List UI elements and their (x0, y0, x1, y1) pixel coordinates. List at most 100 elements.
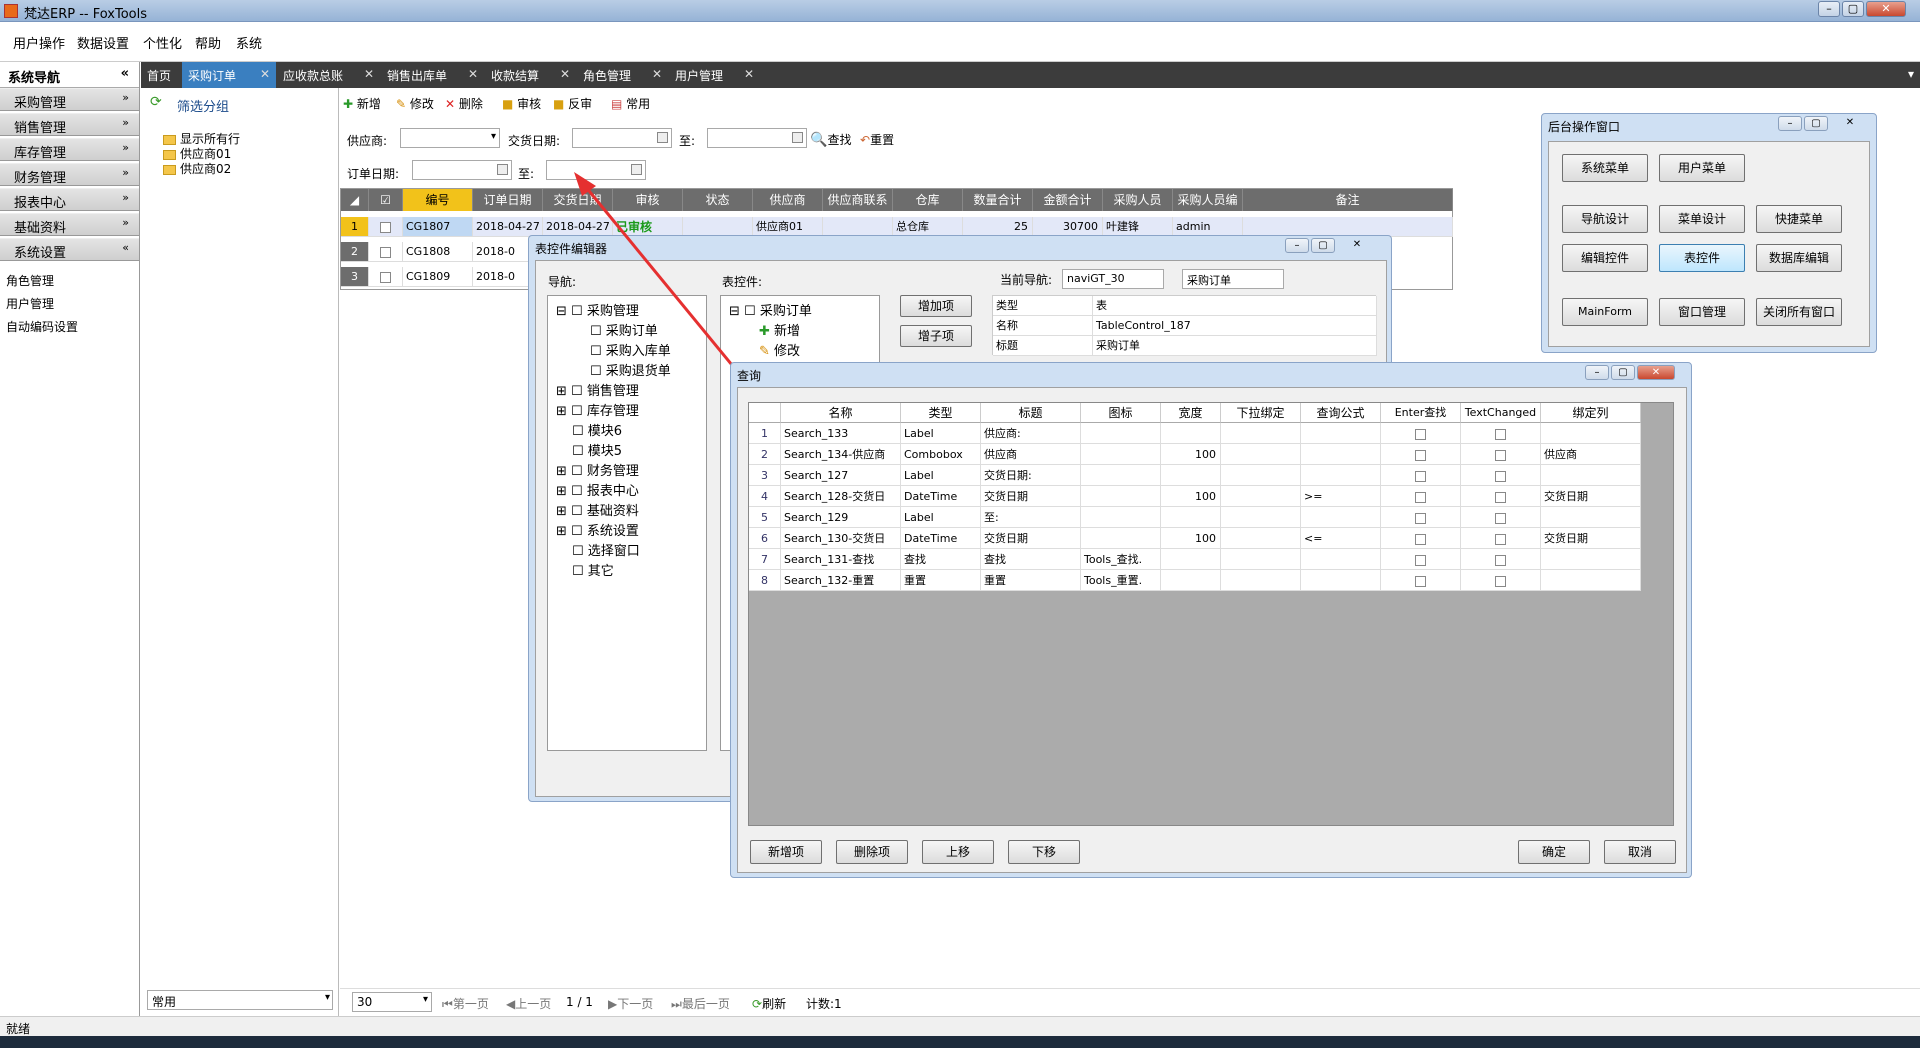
query-cell-dropdown[interactable] (1221, 570, 1301, 591)
query-col-caption[interactable]: 标题 (981, 403, 1081, 423)
query-cell-caption[interactable]: 交货日期 (981, 486, 1081, 507)
query-cell-dropdown[interactable] (1221, 423, 1301, 444)
col-amount-total[interactable]: 金额合计 (1033, 189, 1103, 211)
query-cell-icon[interactable] (1081, 444, 1161, 465)
audit-button[interactable]: ■ 审核 (502, 95, 541, 112)
first-page-button[interactable]: ⏮第一页 (442, 995, 489, 1012)
col-qty-total[interactable]: 数量合计 (963, 189, 1033, 211)
query-cell-name[interactable]: Search_130-交货日 (781, 528, 901, 549)
textchanged-checkbox[interactable] (1461, 507, 1541, 528)
new-button[interactable]: ✚ 新增 (343, 95, 381, 112)
close-icon[interactable]: ✕ (652, 67, 662, 81)
query-cell-type[interactable]: 查找 (901, 549, 981, 570)
tab-sales-outbound[interactable]: 销售出库单 ✕ (381, 62, 484, 88)
checkbox[interactable] (1495, 491, 1506, 503)
cell-buyer[interactable]: 叶建锋 (1103, 217, 1173, 237)
query-cell-icon[interactable]: Tools_重置. (1081, 570, 1161, 591)
enter-search-checkbox[interactable] (1381, 549, 1461, 570)
query-cell-type[interactable]: Combobox (901, 444, 981, 465)
checkbox[interactable] (1495, 533, 1506, 545)
query-cell-bind-column[interactable] (1541, 507, 1641, 528)
tab-user-mgmt[interactable]: 用户管理 ✕ (669, 62, 760, 88)
add-subitem-button[interactable]: 增子项 (900, 325, 972, 347)
query-cell-width[interactable] (1161, 465, 1221, 486)
delete-item-button[interactable]: 删除项 (836, 840, 908, 864)
query-cell-name[interactable]: Search_131-查找 (781, 549, 901, 570)
cell-code[interactable]: CG1808 (403, 242, 473, 262)
last-page-button[interactable]: ⏭最后一页 (671, 995, 730, 1012)
maximize-button[interactable]: ▢ (1842, 1, 1864, 17)
database-edit-button[interactable]: 数据库编辑 (1756, 244, 1842, 272)
nav-group-purchase[interactable]: 采购管理 » (0, 88, 139, 111)
checkbox[interactable] (1495, 554, 1506, 566)
checkbox[interactable] (1495, 449, 1506, 461)
query-cell-icon[interactable]: Tools_查找. (1081, 549, 1161, 570)
next-page-button[interactable]: ▶下一页 (608, 995, 653, 1012)
cell-code[interactable]: CG1809 (403, 267, 473, 287)
col-buyer[interactable]: 采购人员 (1103, 189, 1173, 211)
move-down-button[interactable]: 下移 (1008, 840, 1080, 864)
query-cell-width[interactable]: 100 (1161, 486, 1221, 507)
nav-tree-node[interactable]: ⊞ ☐ 系统设置 (556, 520, 639, 539)
query-cell-icon[interactable] (1081, 507, 1161, 528)
cancel-button[interactable]: 取消 (1604, 840, 1676, 864)
query-cell-name[interactable]: Search_128-交货日 (781, 486, 901, 507)
menu-help[interactable]: 帮助 (195, 33, 221, 52)
query-cell-name[interactable]: Search_129 (781, 507, 901, 528)
textchanged-checkbox[interactable] (1461, 423, 1541, 444)
checkbox[interactable] (1495, 512, 1506, 524)
query-cell-formula[interactable] (1301, 423, 1381, 444)
query-cell-dropdown[interactable] (1221, 549, 1301, 570)
prop-value[interactable]: 表 (1093, 296, 1377, 316)
supplier-combobox[interactable]: ▾ (400, 128, 500, 148)
menu-data-settings[interactable]: 数据设置 (77, 33, 129, 52)
query-col-bind-column[interactable]: 绑定列 (1541, 403, 1641, 423)
col-order-date[interactable]: 订单日期 (473, 189, 543, 211)
row-checkbox[interactable] (369, 267, 403, 287)
calendar-icon[interactable] (497, 164, 508, 175)
close-button[interactable]: ✕ (1830, 116, 1870, 131)
move-up-button[interactable]: 上移 (922, 840, 994, 864)
query-cell-formula[interactable] (1301, 549, 1381, 570)
query-cell-bind-column[interactable]: 供应商 (1541, 444, 1641, 465)
query-cell-formula[interactable] (1301, 444, 1381, 465)
close-button[interactable]: ✕ (1866, 1, 1906, 17)
close-icon[interactable]: ✕ (560, 67, 570, 81)
query-cell-bind-column[interactable] (1541, 465, 1641, 486)
query-cell-width[interactable] (1161, 570, 1221, 591)
nav-group-basic-data[interactable]: 基础资料 » (0, 213, 139, 236)
close-icon[interactable]: ✕ (260, 67, 270, 81)
query-cell-type[interactable]: DateTime (901, 528, 981, 549)
query-cell-caption[interactable]: 交货日期: (981, 465, 1081, 486)
nav-group-finance[interactable]: 财务管理 » (0, 163, 139, 186)
query-cell-name[interactable]: Search_127 (781, 465, 901, 486)
table-control-button[interactable]: 表控件 (1659, 244, 1745, 272)
edit-button[interactable]: ✎ 修改 (396, 95, 434, 112)
query-col-width[interactable]: 宽度 (1161, 403, 1221, 423)
common-button[interactable]: ▤ 常用 (611, 95, 650, 112)
checkbox[interactable] (380, 271, 391, 283)
cell-order-date[interactable]: 2018-04-27 (473, 217, 543, 237)
query-col-enter-search[interactable]: Enter查找 (1381, 403, 1461, 423)
select-all-checkbox[interactable]: ☑ (369, 189, 403, 211)
enter-search-checkbox[interactable] (1381, 486, 1461, 507)
query-cell-caption[interactable]: 交货日期 (981, 528, 1081, 549)
query-cell-caption[interactable]: 重置 (981, 570, 1081, 591)
tab-list-icon[interactable]: ▾ (1908, 67, 1914, 81)
query-cell-dropdown[interactable] (1221, 444, 1301, 465)
query-cell-formula[interactable] (1301, 570, 1381, 591)
minimize-button[interactable]: – (1818, 1, 1840, 17)
cell-remark[interactable] (1243, 217, 1453, 237)
query-cell-icon[interactable] (1081, 528, 1161, 549)
search-button[interactable]: 🔍查找 (810, 131, 851, 148)
query-cell-type[interactable]: Label (901, 423, 981, 444)
tab-receivables[interactable]: 应收款总账 ✕ (277, 62, 380, 88)
prop-value[interactable]: TableControl_187 (1093, 316, 1377, 336)
textchanged-checkbox[interactable] (1461, 486, 1541, 507)
nav-sub-role-mgmt[interactable]: 角色管理 (6, 272, 54, 289)
query-cell-icon[interactable] (1081, 465, 1161, 486)
query-cell-caption[interactable]: 供应商 (981, 444, 1081, 465)
query-cell-formula[interactable] (1301, 465, 1381, 486)
query-cell-formula[interactable]: >= (1301, 486, 1381, 507)
query-cell-caption[interactable]: 至: (981, 507, 1081, 528)
